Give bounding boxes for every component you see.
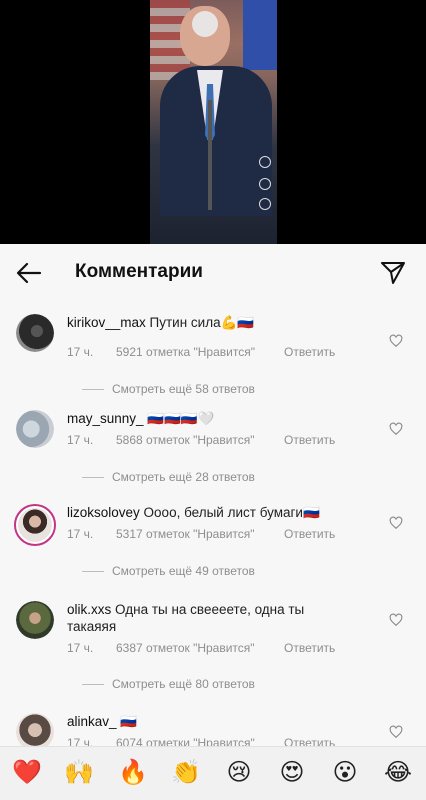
view-replies-button[interactable]: Смотреть ещё 28 ответов [82,470,255,484]
comment-time: 17 ч. [67,433,94,447]
avatar[interactable] [16,410,54,448]
view-replies-button[interactable]: Смотреть ещё 58 ответов [82,382,255,396]
comment-likes[interactable]: 5868 отметок "Нравится" [116,433,284,447]
heart-outline-icon [389,422,403,436]
avatar[interactable] [16,601,54,639]
divider-line [82,570,104,572]
view-replies-label: Смотреть ещё 80 ответов [112,677,255,691]
crying-face-emoji[interactable]: 😢 [224,757,254,787]
back-button[interactable] [16,262,42,284]
view-replies-button[interactable]: Смотреть ещё 49 ответов [82,564,255,578]
comment-text: Путин сила💪🇷🇺 [149,315,255,330]
tears-of-joy-emoji[interactable]: 😂 [383,757,413,787]
comment-text: Оооо, белый лист бумаги🇷🇺 [143,505,320,520]
comment-body: olik.xxs Одна ты на свеееете, одна ты та… [67,601,357,635]
heart-outline-icon [389,613,403,627]
like-button[interactable] [389,422,403,436]
like-button[interactable] [389,334,403,348]
paper-plane-icon [381,262,405,284]
comment-time: 17 ч. [67,527,94,541]
video-comment-icon[interactable] [259,178,271,190]
view-replies-button[interactable]: Смотреть ещё 80 ответов [82,677,255,691]
reply-button[interactable]: Ответить [284,433,335,447]
divider-line [82,476,104,478]
view-replies-label: Смотреть ещё 28 ответов [112,470,255,484]
comment-likes[interactable]: 5317 отметок "Нравится" [116,527,284,541]
like-button[interactable] [389,613,403,627]
fire-emoji[interactable]: 🔥 [118,757,148,787]
like-button[interactable] [389,516,403,530]
comment-username[interactable]: may_sunny_ [67,411,144,426]
avatar[interactable] [16,713,54,748]
comments-header: Комментарии [0,244,426,302]
like-button[interactable] [389,725,403,739]
comment-meta: 17 ч. 5317 отметок "Нравится" Ответить [67,527,335,541]
astonished-face-emoji[interactable]: 😮 [330,757,360,787]
heart-outline-icon [389,516,403,530]
speaker-head [180,6,230,66]
heart-eyes-emoji[interactable]: 😍 [277,757,307,787]
comment-meta: 17 ч. 5921 отметка "Нравится" Ответить [67,345,335,359]
comment-body: alinkav_ 🇷🇺 [67,713,367,730]
avatar[interactable] [16,314,54,352]
reply-button[interactable]: Ответить [284,641,335,655]
video-preview[interactable] [0,0,426,244]
share-button[interactable] [380,260,406,286]
comment-likes[interactable]: 5921 отметка "Нравится" [116,345,284,359]
view-replies-label: Смотреть ещё 58 ответов [112,382,255,396]
comment-username[interactable]: alinkav_ [67,714,117,729]
comment-username[interactable]: kirikov__max [67,315,146,330]
comment-body: may_sunny_ 🇷🇺🇷🇺🇷🇺🤍 [67,410,367,427]
reply-button[interactable]: Ответить [284,345,335,359]
comment-time: 17 ч. [67,641,94,655]
comment-text: 🇷🇺 [120,714,138,729]
divider-line [82,683,104,685]
avatar[interactable] [14,504,56,546]
comment-meta: 17 ч. 6387 отметок "Нравится" Ответить [67,641,335,655]
view-replies-label: Смотреть ещё 49 ответов [112,564,255,578]
video-share-icon[interactable] [259,198,271,210]
heart-outline-icon [389,334,403,348]
background-figure [243,0,277,70]
divider-line [82,388,104,390]
red-heart-emoji[interactable]: ❤️ [12,757,42,787]
comment-text: 🇷🇺🇷🇺🇷🇺🤍 [147,411,215,426]
comment-body: kirikov__max Путин сила💪🇷🇺 [67,314,367,331]
clapping-hands-emoji[interactable]: 👏 [171,757,201,787]
page-title: Комментарии [75,261,203,282]
emoji-quick-reactions: ❤️ 🙌 🔥 👏 😢 😍 😮 😂 [0,746,426,800]
reply-button[interactable]: Ответить [284,527,335,541]
comments-list[interactable]: kirikov__max Путин сила💪🇷🇺 17 ч. 5921 от… [0,302,426,748]
comment-meta: 17 ч. 5868 отметок "Нравится" Ответить [67,433,335,447]
video-thumbnail[interactable] [150,0,277,244]
comment-username[interactable]: olik.xxs [67,602,111,617]
heart-outline-icon [389,725,403,739]
arrow-left-icon [16,262,42,284]
comment-time: 17 ч. [67,345,94,359]
comment-username[interactable]: lizoksolovey [67,505,140,520]
raising-hands-emoji[interactable]: 🙌 [64,757,94,787]
comment-body: lizoksolovey Оооо, белый лист бумаги🇷🇺 [67,504,367,521]
video-like-icon[interactable] [259,156,271,168]
microphone [208,100,212,210]
comment-likes[interactable]: 6387 отметок "Нравится" [116,641,284,655]
